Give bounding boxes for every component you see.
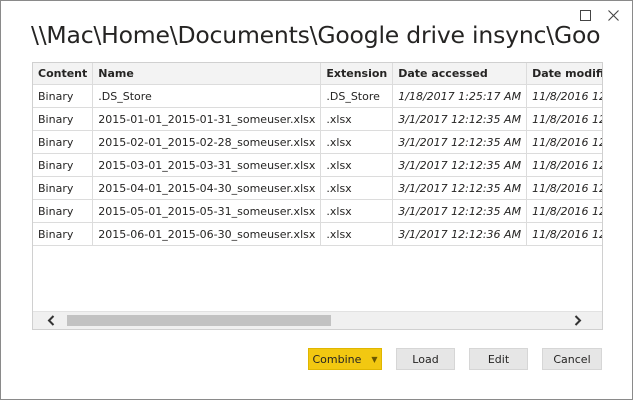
cell-date-accessed[interactable]: 3/1/2017 12:12:36 AM (392, 222, 528, 246)
table-header-row: Content Name Extension Date accessed Dat… (33, 63, 602, 85)
combine-button-label: Combine (312, 352, 362, 366)
cell-content[interactable]: Binary (33, 84, 94, 108)
cell-extension[interactable]: .xlsx (320, 222, 394, 246)
close-button[interactable] (602, 5, 624, 25)
cell-content[interactable]: Binary (33, 199, 94, 223)
cell-date-accessed[interactable]: 3/1/2017 12:12:35 AM (392, 199, 528, 223)
cell-extension[interactable]: .xlsx (320, 130, 394, 154)
table-row[interactable]: Binary 2015-05-01_2015-05-31_someuser.xl… (33, 199, 602, 223)
column-header-extension[interactable]: Extension (320, 63, 394, 85)
cell-name[interactable]: 2015-02-01_2015-02-28_someuser.xlsx (92, 130, 322, 154)
cell-content[interactable]: Binary (33, 153, 94, 177)
table-row[interactable]: Binary 2015-01-01_2015-01-31_someuser.xl… (33, 107, 602, 131)
table-row[interactable]: Binary .DS_Store .DS_Store 1/18/2017 1:2… (33, 84, 602, 108)
horizontal-scrollbar[interactable] (33, 311, 602, 329)
cell-date-accessed[interactable]: 3/1/2017 12:12:35 AM (392, 176, 528, 200)
cell-date-modified[interactable]: 11/8/2016 12:42:00 A (526, 176, 602, 200)
cell-date-accessed[interactable]: 3/1/2017 12:12:35 AM (392, 130, 528, 154)
dialog-title: \\Mac\Home\Documents\Google drive insync… (31, 21, 601, 49)
cell-extension[interactable]: .DS_Store (320, 84, 394, 108)
cell-extension[interactable]: .xlsx (320, 176, 394, 200)
cell-date-modified[interactable]: 11/8/2016 12:32:25 A (526, 84, 602, 108)
cell-content[interactable]: Binary (33, 222, 94, 246)
combine-button[interactable]: Combine ▼ (308, 348, 382, 370)
scroll-left-button[interactable] (39, 312, 63, 329)
edit-button[interactable]: Edit (469, 348, 528, 370)
cell-name[interactable]: 2015-06-01_2015-06-30_someuser.xlsx (92, 222, 322, 246)
cell-name[interactable]: 2015-01-01_2015-01-31_someuser.xlsx (92, 107, 322, 131)
cell-name[interactable]: 2015-03-01_2015-03-31_someuser.xlsx (92, 153, 322, 177)
cell-name[interactable]: 2015-04-01_2015-04-30_someuser.xlsx (92, 176, 322, 200)
table-row[interactable]: Binary 2015-04-01_2015-04-30_someuser.xl… (33, 176, 602, 200)
cell-extension[interactable]: .xlsx (320, 199, 394, 223)
scrollbar-thumb[interactable] (67, 315, 331, 326)
cell-date-modified[interactable]: 11/8/2016 12:39:18 A (526, 107, 602, 131)
file-table: Content Name Extension Date accessed Dat… (33, 63, 602, 246)
cell-date-modified[interactable]: 11/8/2016 12:41:12 A (526, 199, 602, 223)
maximize-icon (579, 9, 591, 21)
cell-date-accessed[interactable]: 3/1/2017 12:12:35 AM (392, 153, 528, 177)
table-row[interactable]: Binary 2015-03-01_2015-03-31_someuser.xl… (33, 153, 602, 177)
chevron-right-icon (574, 315, 582, 326)
cell-content[interactable]: Binary (33, 176, 94, 200)
cell-date-accessed[interactable]: 3/1/2017 12:12:35 AM (392, 107, 528, 131)
cell-date-modified[interactable]: 11/8/2016 12:43:33 A (526, 130, 602, 154)
column-header-content[interactable]: Content (33, 63, 94, 85)
file-table-container: Content Name Extension Date accessed Dat… (32, 62, 603, 330)
cell-content[interactable]: Binary (33, 107, 94, 131)
cell-date-modified[interactable]: 11/8/2016 12:42:37 A (526, 153, 602, 177)
column-header-date-accessed[interactable]: Date accessed (392, 63, 528, 85)
cell-date-modified[interactable]: 11/8/2016 12:40:22 A (526, 222, 602, 246)
table-row[interactable]: Binary 2015-02-01_2015-02-28_someuser.xl… (33, 130, 602, 154)
caret-down-icon[interactable]: ▼ (371, 355, 377, 364)
cell-name[interactable]: 2015-05-01_2015-05-31_someuser.xlsx (92, 199, 322, 223)
cancel-button[interactable]: Cancel (542, 348, 602, 370)
cell-content[interactable]: Binary (33, 130, 94, 154)
cell-extension[interactable]: .xlsx (320, 107, 394, 131)
cell-name[interactable]: .DS_Store (92, 84, 322, 108)
cell-extension[interactable]: .xlsx (320, 153, 394, 177)
close-icon (607, 9, 619, 21)
scroll-right-button[interactable] (566, 312, 590, 329)
load-button[interactable]: Load (396, 348, 455, 370)
cell-date-accessed[interactable]: 1/18/2017 1:25:17 AM (392, 84, 528, 108)
chevron-left-icon (47, 315, 55, 326)
column-header-date-modified[interactable]: Date modified (526, 63, 602, 85)
navigator-dialog: \\Mac\Home\Documents\Google drive insync… (0, 0, 633, 400)
table-row[interactable]: Binary 2015-06-01_2015-06-30_someuser.xl… (33, 222, 602, 246)
column-header-name[interactable]: Name (92, 63, 322, 85)
